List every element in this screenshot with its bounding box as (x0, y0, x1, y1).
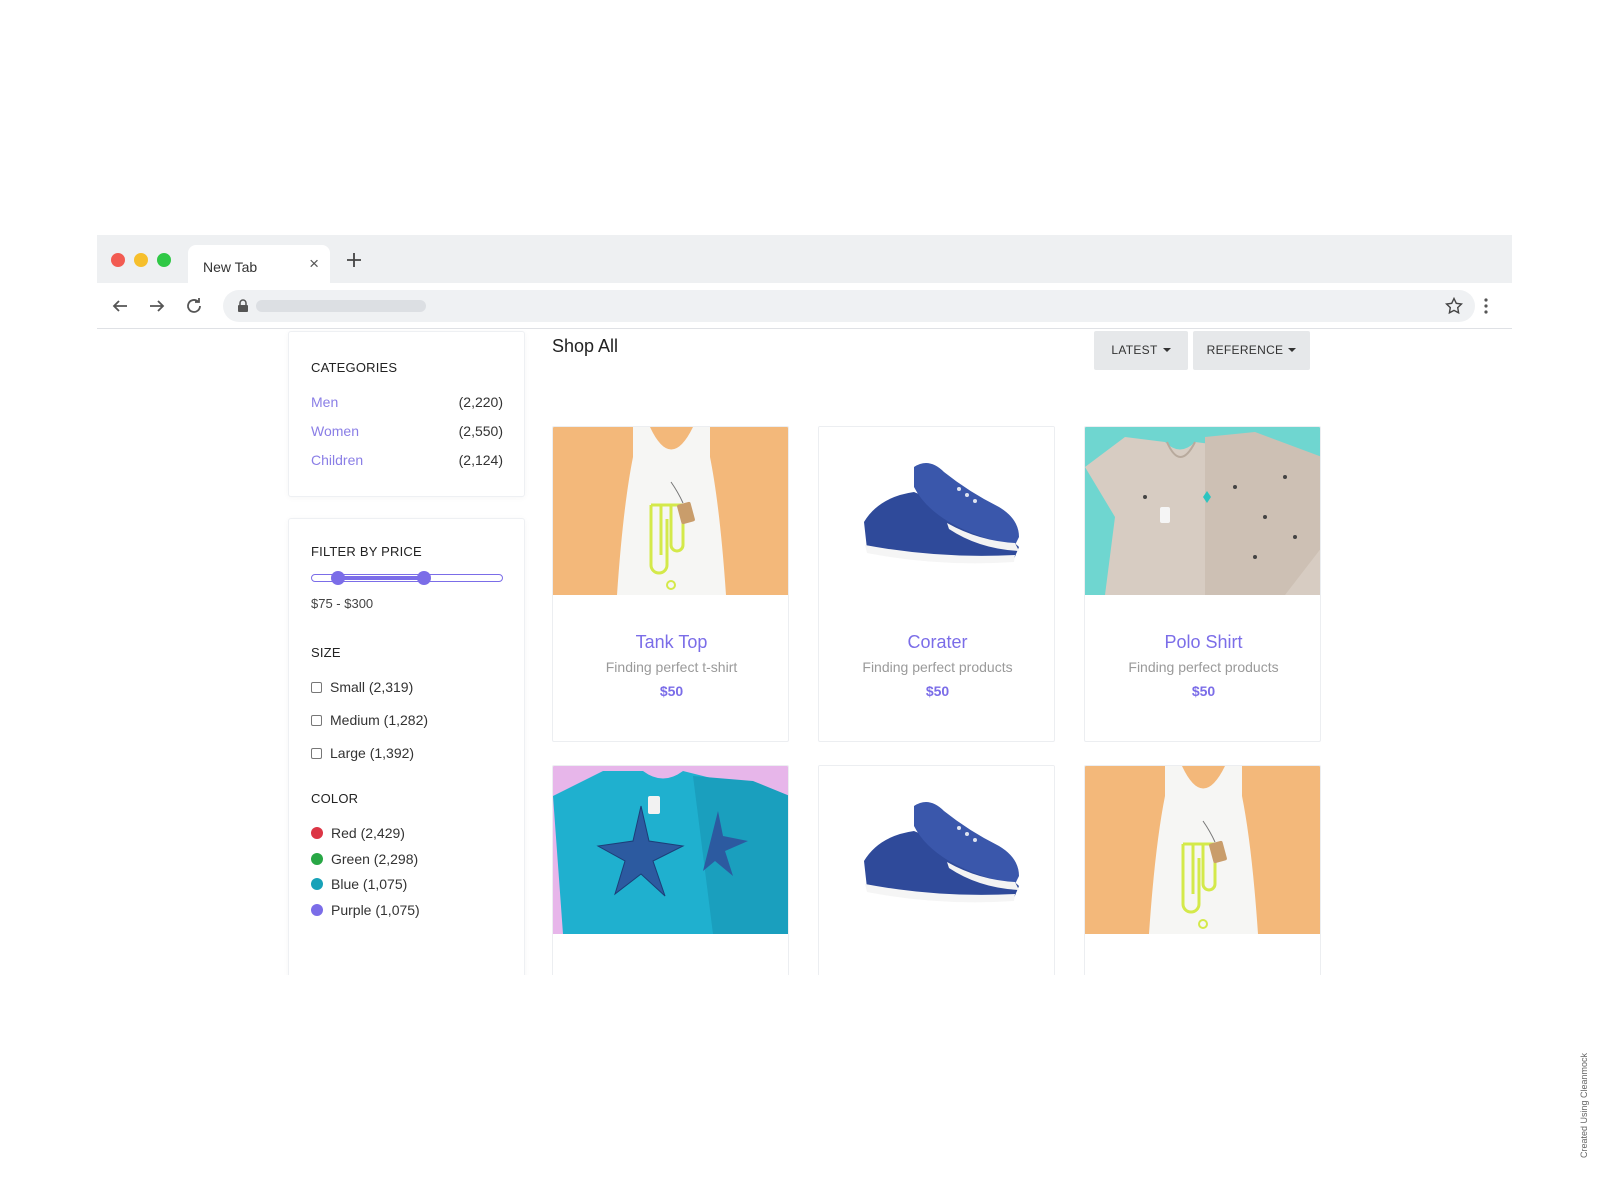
category-label[interactable]: Men (311, 394, 338, 410)
sort-latest-label: LATEST (1111, 343, 1158, 357)
category-item[interactable]: Men (2,220) (311, 394, 503, 414)
price-slider-range (338, 576, 424, 580)
category-item[interactable]: Women (2,550) (311, 423, 503, 443)
color-option[interactable]: Red (2,429) (311, 825, 405, 845)
color-label: Purple (1,075) (331, 902, 420, 918)
forward-icon[interactable] (148, 297, 166, 315)
size-title: SIZE (311, 645, 341, 660)
category-count: (2,550) (458, 423, 503, 439)
browser-menu-icon[interactable] (1483, 297, 1489, 315)
size-checkbox[interactable] (311, 748, 322, 759)
price-range-label: $75 - $300 (311, 596, 374, 611)
size-option[interactable]: Small (2,319) (311, 679, 413, 699)
color-option[interactable]: Purple (1,075) (311, 902, 420, 922)
product-card[interactable]: Tank Top Finding perfect t-shirt $50 (552, 426, 789, 742)
product-price: $50 (925, 683, 950, 699)
color-label: Green (2,298) (331, 851, 419, 867)
browser-window: New Tab × CATEGORIES Men (2,220) Women (… (97, 235, 1512, 975)
close-window-button[interactable] (111, 253, 125, 267)
category-label[interactable]: Women (311, 423, 359, 439)
product-info (553, 934, 788, 971)
product-price: $50 (1191, 683, 1216, 699)
sort-latest-button[interactable]: LATEST (1094, 331, 1188, 370)
category-count: (2,220) (458, 394, 503, 410)
filters-panel: FILTER BY PRICE $75 - $300 SIZE Small (2… (288, 518, 525, 975)
product-card[interactable] (1084, 765, 1321, 975)
back-icon[interactable] (111, 297, 129, 315)
categories-title: CATEGORIES (311, 360, 398, 375)
product-description: Finding perfect t-shirt (605, 659, 738, 675)
tab-bar: New Tab × (97, 235, 1512, 283)
address-bar[interactable] (223, 290, 1475, 322)
new-tab-icon[interactable] (345, 251, 363, 269)
tab-title: New Tab (203, 259, 258, 275)
page-content: CATEGORIES Men (2,220) Women (2,550) Chi… (97, 330, 1512, 975)
caret-down-icon (1288, 348, 1297, 352)
color-swatch (311, 904, 323, 916)
url-placeholder (256, 300, 426, 312)
size-option[interactable]: Large (1,392) (311, 745, 414, 765)
browser-tab[interactable]: New Tab × (188, 245, 330, 283)
size-checkbox[interactable] (311, 682, 322, 693)
watermark-credit: Created Using Cleanmock (1579, 1052, 1589, 1158)
sneaker-image (819, 766, 1054, 934)
sneaker-image (819, 427, 1054, 595)
color-swatch (311, 878, 323, 890)
price-slider-max-handle[interactable] (417, 571, 431, 585)
color-label: Red (2,429) (331, 825, 405, 841)
category-count: (2,124) (458, 452, 503, 468)
product-card[interactable] (818, 765, 1055, 975)
product-card[interactable]: Corater Finding perfect products $50 (818, 426, 1055, 742)
color-swatch (311, 853, 323, 865)
caret-down-icon (1162, 348, 1171, 352)
product-info: Polo Shirt Finding perfect products $50 (1085, 595, 1320, 699)
color-option[interactable]: Blue (1,075) (311, 876, 407, 896)
sort-reference-button[interactable]: REFERENCE (1193, 331, 1310, 370)
product-info (1085, 934, 1320, 971)
size-label: Medium (1,282) (330, 712, 429, 728)
product-description: Finding perfect products (1128, 659, 1279, 675)
reload-icon[interactable] (185, 297, 203, 315)
minimize-window-button[interactable] (134, 253, 148, 267)
product-name[interactable]: Tank Top (553, 632, 788, 653)
product-card[interactable] (552, 765, 789, 975)
close-tab-icon[interactable]: × (309, 254, 319, 274)
product-description: Finding perfect products (862, 659, 1013, 675)
browser-toolbar (97, 283, 1512, 329)
product-info: Tank Top Finding perfect t-shirt $50 (553, 595, 788, 699)
color-swatch (311, 827, 323, 839)
tshirt-image (553, 766, 788, 934)
categories-panel: CATEGORIES Men (2,220) Women (2,550) Chi… (288, 331, 525, 497)
size-checkbox[interactable] (311, 715, 322, 726)
polo-shirt-image (1085, 427, 1320, 595)
tank-top-image (553, 427, 788, 595)
product-info: Corater Finding perfect products $50 (819, 595, 1054, 699)
size-label: Large (1,392) (330, 745, 415, 761)
size-option[interactable]: Medium (1,282) (311, 712, 428, 732)
page-title: Shop All (552, 336, 619, 356)
color-title: COLOR (311, 791, 359, 806)
product-info (819, 934, 1054, 971)
category-label[interactable]: Children (311, 452, 363, 468)
price-slider[interactable] (311, 571, 503, 585)
product-name[interactable]: Corater (819, 632, 1054, 653)
product-name[interactable]: Polo Shirt (1085, 632, 1320, 653)
color-label: Blue (1,075) (331, 876, 408, 892)
price-filter-title: FILTER BY PRICE (311, 544, 422, 559)
maximize-window-button[interactable] (157, 253, 171, 267)
sort-reference-label: REFERENCE (1206, 343, 1284, 357)
product-price: $50 (659, 683, 684, 699)
color-option[interactable]: Green (2,298) (311, 851, 418, 871)
price-slider-min-handle[interactable] (331, 571, 345, 585)
lock-icon (238, 299, 248, 312)
bookmark-star-icon[interactable] (1445, 297, 1463, 315)
product-card[interactable]: Polo Shirt Finding perfect products $50 (1084, 426, 1321, 742)
tank-top-image (1085, 766, 1320, 934)
category-item[interactable]: Children (2,124) (311, 452, 503, 472)
size-label: Small (2,319) (330, 679, 414, 695)
